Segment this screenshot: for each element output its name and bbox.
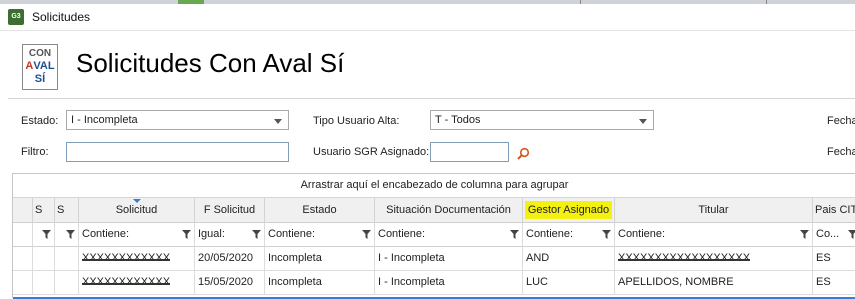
column-header-s1[interactable]: S (33, 198, 55, 223)
filter-cell-pais[interactable]: Co... (813, 223, 855, 247)
filter-cell-f-solicitud[interactable]: Igual: (195, 223, 265, 247)
app-icon: G3 (8, 9, 24, 25)
group-by-panel[interactable]: Arrastrar aquí el encabezado de columna … (13, 174, 855, 198)
filter-funnel-icon[interactable] (362, 230, 371, 239)
filter-funnel-icon[interactable] (800, 230, 809, 239)
column-header-f-solicitud[interactable]: F Solicitud (195, 198, 265, 223)
table-cell-pais[interactable]: ES (813, 271, 855, 295)
column-header-f-solicitud-label: F Solicitud (203, 204, 256, 216)
filtro-label: Filtro: (21, 146, 49, 158)
table-cell-f-solicitud[interactable]: 20/05/2020 (195, 247, 265, 271)
column-header-s1-label: S (35, 204, 43, 216)
column-header-gestor[interactable]: Gestor Asignado (523, 198, 615, 223)
filter-cell-situacion[interactable]: Contiene: (375, 223, 523, 247)
filter-funnel-icon[interactable] (182, 230, 191, 239)
filter-cell-titular[interactable]: Contiene: (615, 223, 813, 247)
filter-funnel-icon[interactable] (510, 230, 519, 239)
solicitudes-grid: Arrastrar aquí el encabezado de columna … (12, 173, 855, 299)
estado-dropdown-value: I - Incompleta (71, 114, 138, 126)
filtro-input[interactable] (66, 142, 289, 162)
con-aval-si-logo: CON AVAL SÍ (22, 44, 58, 90)
tipo-usuario-dropdown[interactable]: T - Todos (430, 110, 654, 130)
redacted-text: XXXXXXXXXXXXXXXXXX (618, 247, 751, 270)
filter-funnel-icon[interactable] (602, 230, 611, 239)
fecha-label: Fecha (827, 115, 855, 127)
filter-funnel-icon[interactable] (66, 230, 75, 239)
header-separator (8, 98, 855, 99)
page-title: Solicitudes Con Aval Sí (76, 48, 345, 78)
column-header-titular-label: Titular (698, 204, 729, 216)
table-cell-f-solicitud[interactable]: 15/05/2020 (195, 271, 265, 295)
column-header-s2[interactable]: S (55, 198, 79, 223)
row-indicator[interactable] (13, 271, 33, 295)
table-cell-situacion[interactable]: I - Incompleta (375, 247, 523, 271)
logo-line-2: AVAL (23, 60, 57, 72)
table-cell-situacion[interactable]: I - Incompleta (375, 271, 523, 295)
column-header-s2-label: S (57, 204, 65, 216)
column-header-solicitud[interactable]: Solicitud (79, 198, 195, 223)
filter-operator: Igual: (198, 228, 225, 240)
column-header-pais[interactable]: Pais CIT (813, 198, 855, 223)
row-indicator-header (13, 198, 33, 223)
filter-operator: Co... (816, 228, 840, 240)
table-cell-s1[interactable] (33, 247, 55, 271)
logo-line-2-rest: VAL (33, 60, 55, 72)
redacted-text: XXXXXXXXXXXX (82, 247, 171, 270)
sort-indicator-icon (132, 199, 141, 203)
filter-cell-gestor[interactable]: Contiene: (523, 223, 615, 247)
table-cell-estado[interactable]: Incompleta (265, 271, 375, 295)
row-indicator[interactable] (13, 247, 33, 271)
column-header-situacion-label: Situación Documentación (386, 204, 511, 216)
estado-dropdown[interactable]: I - Incompleta (66, 110, 289, 130)
fecha-label-2: Fecha (827, 146, 855, 158)
redacted-text: XXXXXXXXXXXX (82, 271, 171, 294)
filter-cell-estado[interactable]: Contiene: (265, 223, 375, 247)
window-title: Solicitudes (32, 10, 91, 24)
tipo-usuario-dropdown-value: T - Todos (435, 114, 481, 126)
column-header-situacion[interactable]: Situación Documentación (375, 198, 523, 223)
table-cell-s2[interactable] (55, 271, 79, 295)
filter-operator: Contiene: (378, 228, 426, 240)
table-cell-solicitud[interactable]: XXXXXXXXXXXX (79, 247, 195, 271)
filter-funnel-icon[interactable] (848, 230, 855, 239)
column-header-solicitud-label: Solicitud (115, 204, 158, 216)
filter-operator: Contiene: (268, 228, 316, 240)
table-cell-solicitud[interactable]: XXXXXXXXXXXX (79, 271, 195, 295)
table-cell-s1[interactable] (33, 271, 55, 295)
table-cell-titular[interactable]: APELLIDOS, NOMBRE (615, 271, 813, 295)
column-header-estado-label: Estado (302, 204, 337, 216)
table-cell-gestor[interactable]: LUC (523, 271, 615, 295)
filter-funnel-icon[interactable] (42, 230, 51, 239)
search-icon[interactable] (516, 147, 530, 161)
estado-label: Estado: (21, 115, 59, 127)
filter-cell-s2[interactable] (55, 223, 79, 247)
table-cell-titular[interactable]: XXXXXXXXXXXXXXXXXX (615, 247, 813, 271)
filter-operator: Contiene: (82, 228, 130, 240)
logo-line-1: CON (28, 48, 52, 59)
logo-line-3: SÍ (34, 73, 46, 85)
tipo-usuario-label: Tipo Usuario Alta: (313, 115, 400, 127)
table-cell-gestor[interactable]: AND (523, 247, 615, 271)
column-header-gestor-label: Gestor Asignado (524, 201, 613, 219)
chevron-down-icon (639, 119, 647, 124)
column-header-pais-label: Pais CIT (815, 204, 855, 216)
filter-cell-solicitud[interactable]: Contiene: (79, 223, 195, 247)
filter-operator: Contiene: (618, 228, 666, 240)
filter-funnel-icon[interactable] (252, 230, 261, 239)
column-header-estado[interactable]: Estado (265, 198, 375, 223)
table-cell-s2[interactable] (55, 247, 79, 271)
title-bar: G3 Solicitudes (0, 4, 855, 31)
table-cell-estado[interactable]: Incompleta (265, 247, 375, 271)
chevron-down-icon (274, 119, 282, 124)
filter-operator: Contiene: (526, 228, 574, 240)
usuario-sgr-input[interactable] (430, 142, 509, 162)
column-header-titular[interactable]: Titular (615, 198, 813, 223)
table-cell-pais[interactable]: ES (813, 247, 855, 271)
usuario-sgr-label: Usuario SGR Asignado: (313, 146, 430, 158)
filter-row-indicator (13, 223, 33, 247)
filter-cell-s1[interactable] (33, 223, 55, 247)
